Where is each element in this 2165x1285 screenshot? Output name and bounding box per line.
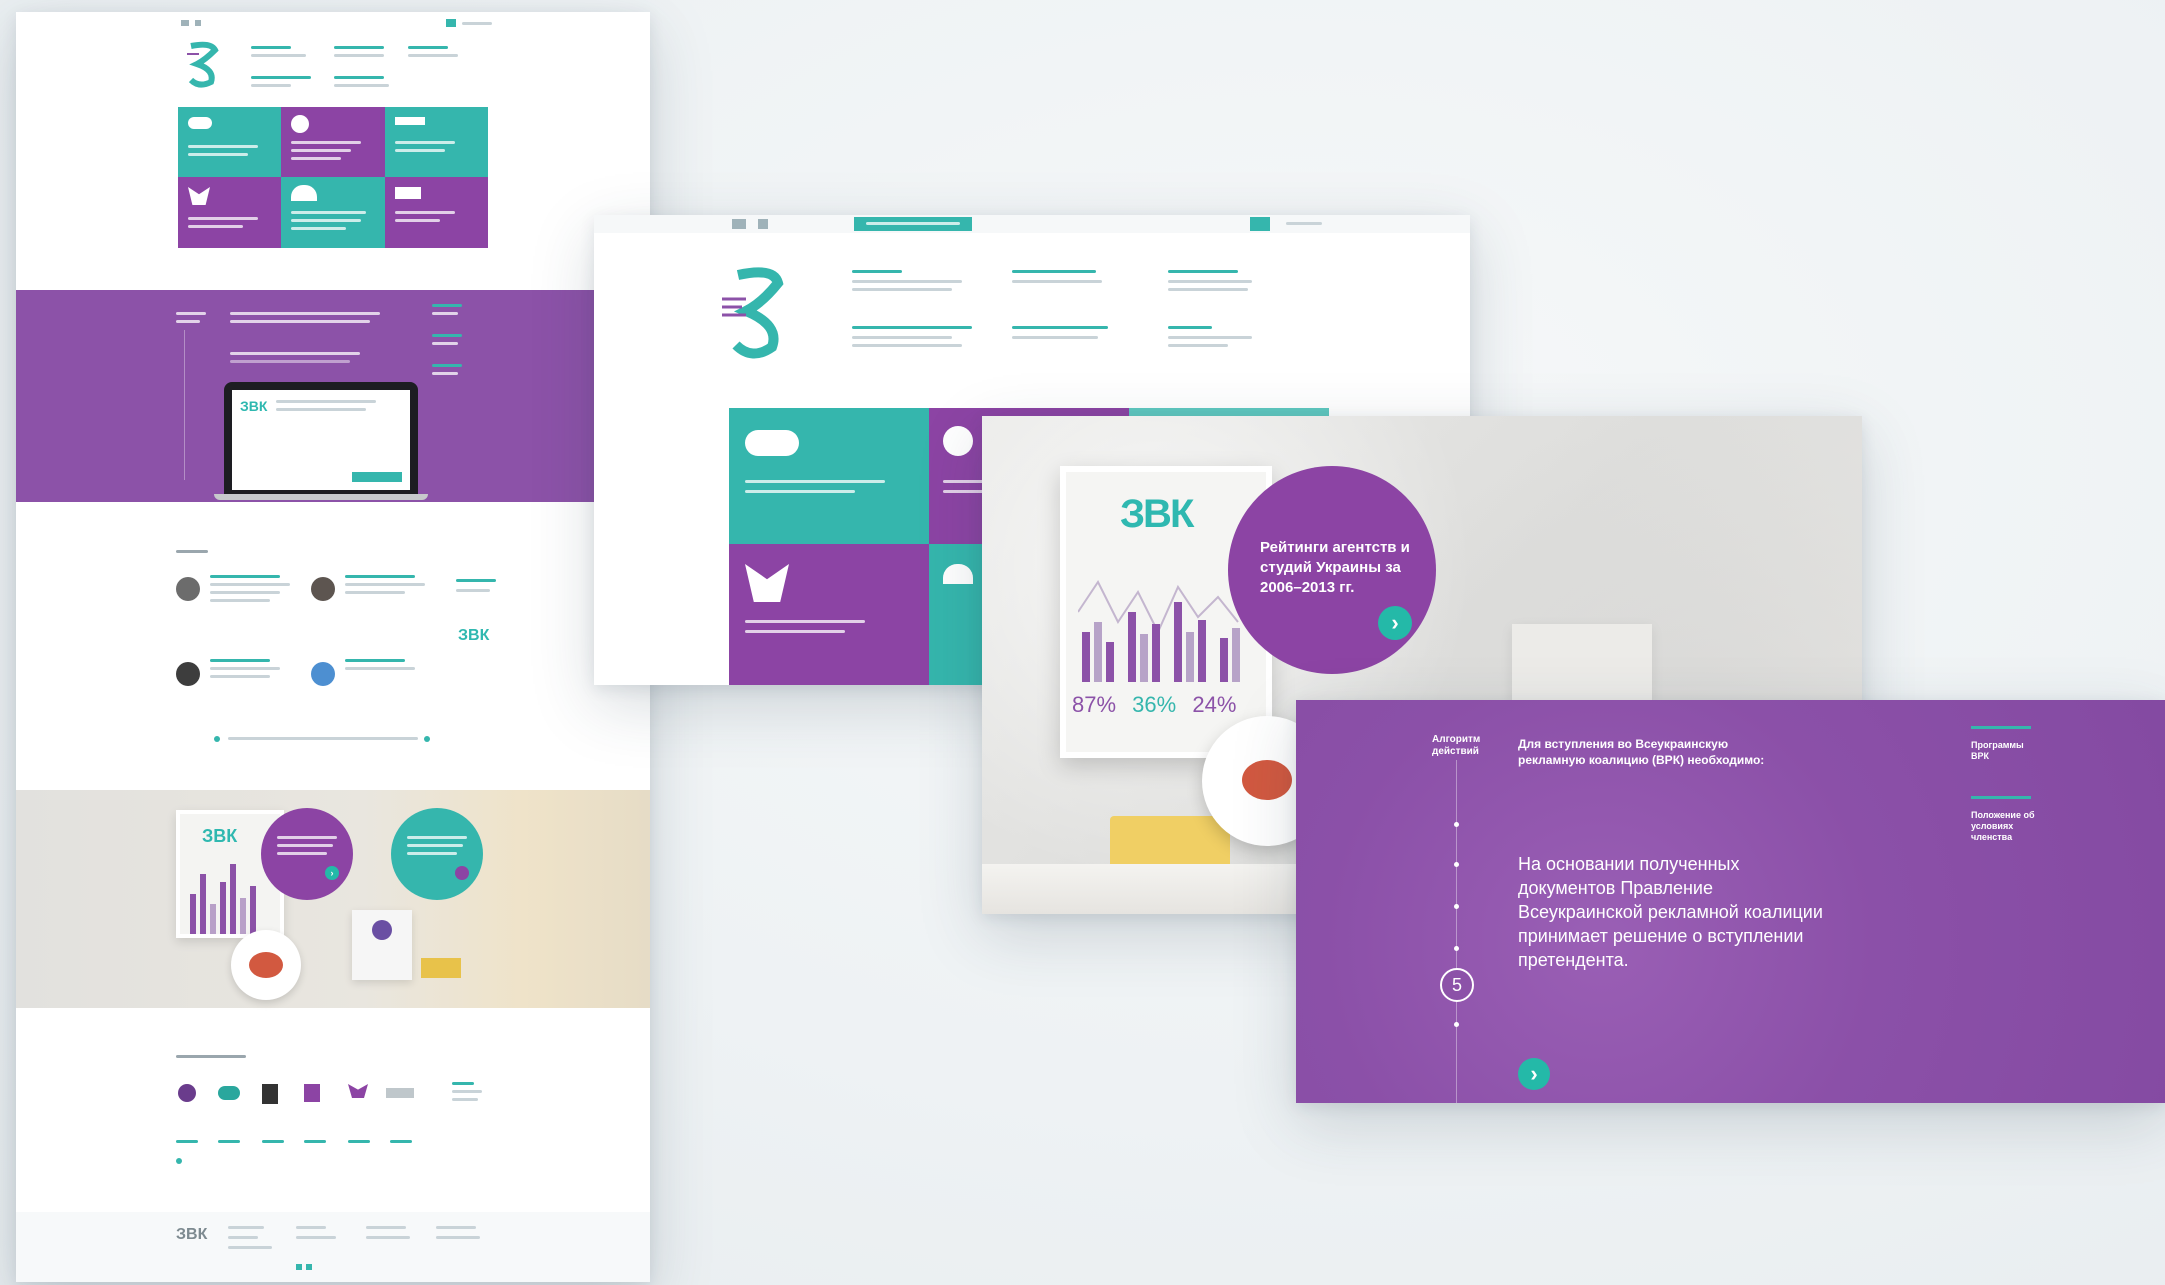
zvk-logo: ЗВК bbox=[1120, 492, 1194, 536]
process-header: Для вступления во Всеукраинскую рекламну… bbox=[1518, 737, 1765, 767]
logo[interactable] bbox=[718, 265, 798, 365]
tile[interactable] bbox=[729, 544, 929, 685]
join-button[interactable] bbox=[854, 217, 972, 231]
arrow-right-icon[interactable]: › bbox=[1518, 1058, 1550, 1090]
tile[interactable] bbox=[729, 408, 929, 544]
main-menu bbox=[852, 270, 1292, 370]
top-bar bbox=[594, 215, 1470, 233]
twitter-icon[interactable] bbox=[181, 20, 189, 26]
social-icons bbox=[181, 20, 221, 28]
full-page-mockup: ЗВК ЗВК ЗВК › ЗВК bbox=[16, 12, 650, 1282]
stat-value: 87% bbox=[1072, 692, 1117, 717]
stats-row: 87% 36% 24% bbox=[1072, 692, 1272, 718]
tile[interactable] bbox=[385, 107, 488, 177]
laptop-image: ЗВК bbox=[214, 382, 428, 502]
tile[interactable] bbox=[178, 177, 281, 248]
process-mockup: Алгоритм действий 5 Для вступления во Вс… bbox=[1296, 700, 2165, 1103]
lang-switch[interactable] bbox=[446, 19, 456, 27]
footer: ЗВК bbox=[16, 1212, 650, 1282]
facebook-icon[interactable] bbox=[758, 219, 768, 229]
tile[interactable] bbox=[385, 177, 488, 248]
side-link[interactable]: Положение об условиях членства bbox=[1971, 810, 2041, 843]
news-grid: ЗВК bbox=[176, 567, 496, 697]
side-link[interactable]: Программы ВРК bbox=[1971, 740, 2041, 762]
step-indicator[interactable]: 5 bbox=[1440, 968, 1474, 1002]
tile[interactable] bbox=[281, 177, 385, 248]
festival-logos bbox=[176, 1082, 496, 1164]
logo[interactable] bbox=[181, 40, 231, 90]
twitter-icon[interactable] bbox=[732, 219, 746, 229]
tile[interactable] bbox=[281, 107, 385, 177]
join-section: ЗВК bbox=[16, 290, 650, 502]
step-label: Алгоритм действий bbox=[1432, 734, 1481, 757]
news-pagination[interactable] bbox=[214, 736, 434, 742]
timeline-line bbox=[1456, 760, 1457, 1103]
ratings-callout[interactable]: Рейтинги агентств и студий Украины за 20… bbox=[1228, 466, 1436, 674]
ratings-band: ЗВК › bbox=[16, 790, 650, 1008]
facebook-icon[interactable] bbox=[195, 20, 201, 26]
cheese-decoration bbox=[1110, 816, 1230, 864]
stat-value: 24% bbox=[1192, 692, 1237, 717]
ratings-title: Рейтинги агентств и студий Украины за 20… bbox=[1260, 539, 1410, 596]
process-body: На основании полученных документов Правл… bbox=[1518, 854, 1823, 970]
festival-tiles bbox=[178, 107, 488, 248]
arrow-right-icon[interactable]: › bbox=[1378, 606, 1412, 640]
tile[interactable] bbox=[178, 107, 281, 177]
stat-value: 36% bbox=[1132, 692, 1177, 717]
lang-icon[interactable] bbox=[1250, 217, 1270, 231]
